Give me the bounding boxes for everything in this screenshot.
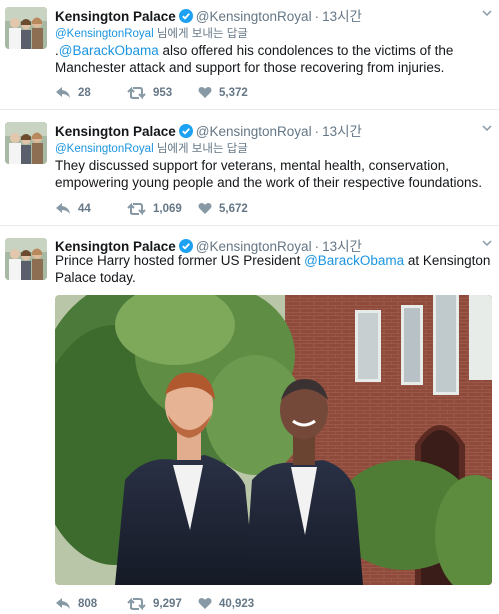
tweet-header: Kensington Palace @KensingtonRoyal · 13시간 xyxy=(55,5,362,26)
reply-count: 44 xyxy=(78,203,91,215)
photo-image xyxy=(55,295,492,585)
chevron-down-icon[interactable] xyxy=(481,122,493,134)
heart-icon xyxy=(198,202,212,214)
retweet-button[interactable]: 1,069 xyxy=(127,202,182,216)
retweet-count: 9,297 xyxy=(153,598,182,610)
reply-handle-link[interactable]: @KensingtonRoyal xyxy=(55,143,154,155)
separator-dot: · xyxy=(314,124,320,139)
reply-context: @KensingtonRoyal 님에게 보내는 답글 xyxy=(55,25,248,41)
reply-button[interactable]: 28 xyxy=(55,86,91,100)
account-handle[interactable]: @KensingtonRoyal xyxy=(196,124,312,139)
like-count: 40,923 xyxy=(219,597,255,610)
reply-icon xyxy=(56,203,70,214)
separator-dot: · xyxy=(314,9,320,24)
reply-button[interactable]: 808 xyxy=(55,597,97,611)
like-button[interactable]: 40,923 xyxy=(198,597,254,610)
like-count: 5,372 xyxy=(219,86,248,99)
chevron-down-icon[interactable] xyxy=(481,7,493,19)
account-name[interactable]: Kensington Palace xyxy=(55,124,176,139)
reply-count: 28 xyxy=(78,87,91,99)
tweet-text: Prince Harry hosted former US President … xyxy=(55,252,495,286)
reply-context: @KensingtonRoyal 님에게 보내는 답글 xyxy=(55,140,248,156)
heart-icon xyxy=(198,86,212,98)
tweet[interactable]: Kensington Palace @KensingtonRoyal · 13시간 @… xyxy=(0,0,499,109)
avatar[interactable] xyxy=(5,7,47,49)
avatar[interactable] xyxy=(5,122,47,164)
reply-icon xyxy=(56,598,70,609)
tweet-header: Kensington Palace @KensingtonRoyal · 13시간 xyxy=(55,120,362,141)
mention-link[interactable]: @BarackObama xyxy=(59,43,159,58)
reply-suffix: 님에게 보내는 답글 xyxy=(153,143,248,155)
chevron-down-icon[interactable] xyxy=(481,237,493,249)
tweet[interactable]: Kensington Palace @KensingtonRoyal · 13시간 @… xyxy=(0,110,499,225)
reply-count: 808 xyxy=(78,598,98,610)
timestamp[interactable]: 13시간 xyxy=(322,9,362,24)
retweet-count: 1,069 xyxy=(153,203,182,215)
retweet-button[interactable]: 953 xyxy=(127,86,172,100)
tweet-photo[interactable] xyxy=(55,295,492,585)
verified-badge-icon xyxy=(178,124,193,141)
timestamp[interactable]: 13시간 xyxy=(322,124,362,139)
reply-button[interactable]: 44 xyxy=(55,202,91,216)
retweet-button[interactable]: 9,297 xyxy=(127,597,182,611)
reply-icon xyxy=(56,87,70,98)
retweet-icon xyxy=(127,202,146,216)
heart-icon xyxy=(198,597,212,609)
avatar[interactable] xyxy=(5,238,47,280)
like-button[interactable]: 5,672 xyxy=(198,202,248,215)
account-handle[interactable]: @KensingtonRoyal xyxy=(196,9,312,24)
retweet-count: 953 xyxy=(153,87,173,99)
mention-link[interactable]: @BarackObama xyxy=(304,253,404,268)
tweet-text: .@BarackObama also offered his condolenc… xyxy=(55,42,495,76)
like-count: 5,672 xyxy=(219,202,248,215)
tweet-text: They discussed support for veterans, men… xyxy=(55,158,483,190)
account-name[interactable]: Kensington Palace xyxy=(55,9,176,24)
retweet-icon xyxy=(127,597,146,611)
retweet-icon xyxy=(127,86,146,100)
verified-badge-icon xyxy=(178,9,193,26)
tweet-text-part: Prince Harry hosted former US President xyxy=(55,253,305,268)
reply-suffix: 님에게 보내는 답글 xyxy=(153,28,248,40)
like-button[interactable]: 5,372 xyxy=(198,86,248,99)
reply-handle-link[interactable]: @KensingtonRoyal xyxy=(55,28,154,40)
